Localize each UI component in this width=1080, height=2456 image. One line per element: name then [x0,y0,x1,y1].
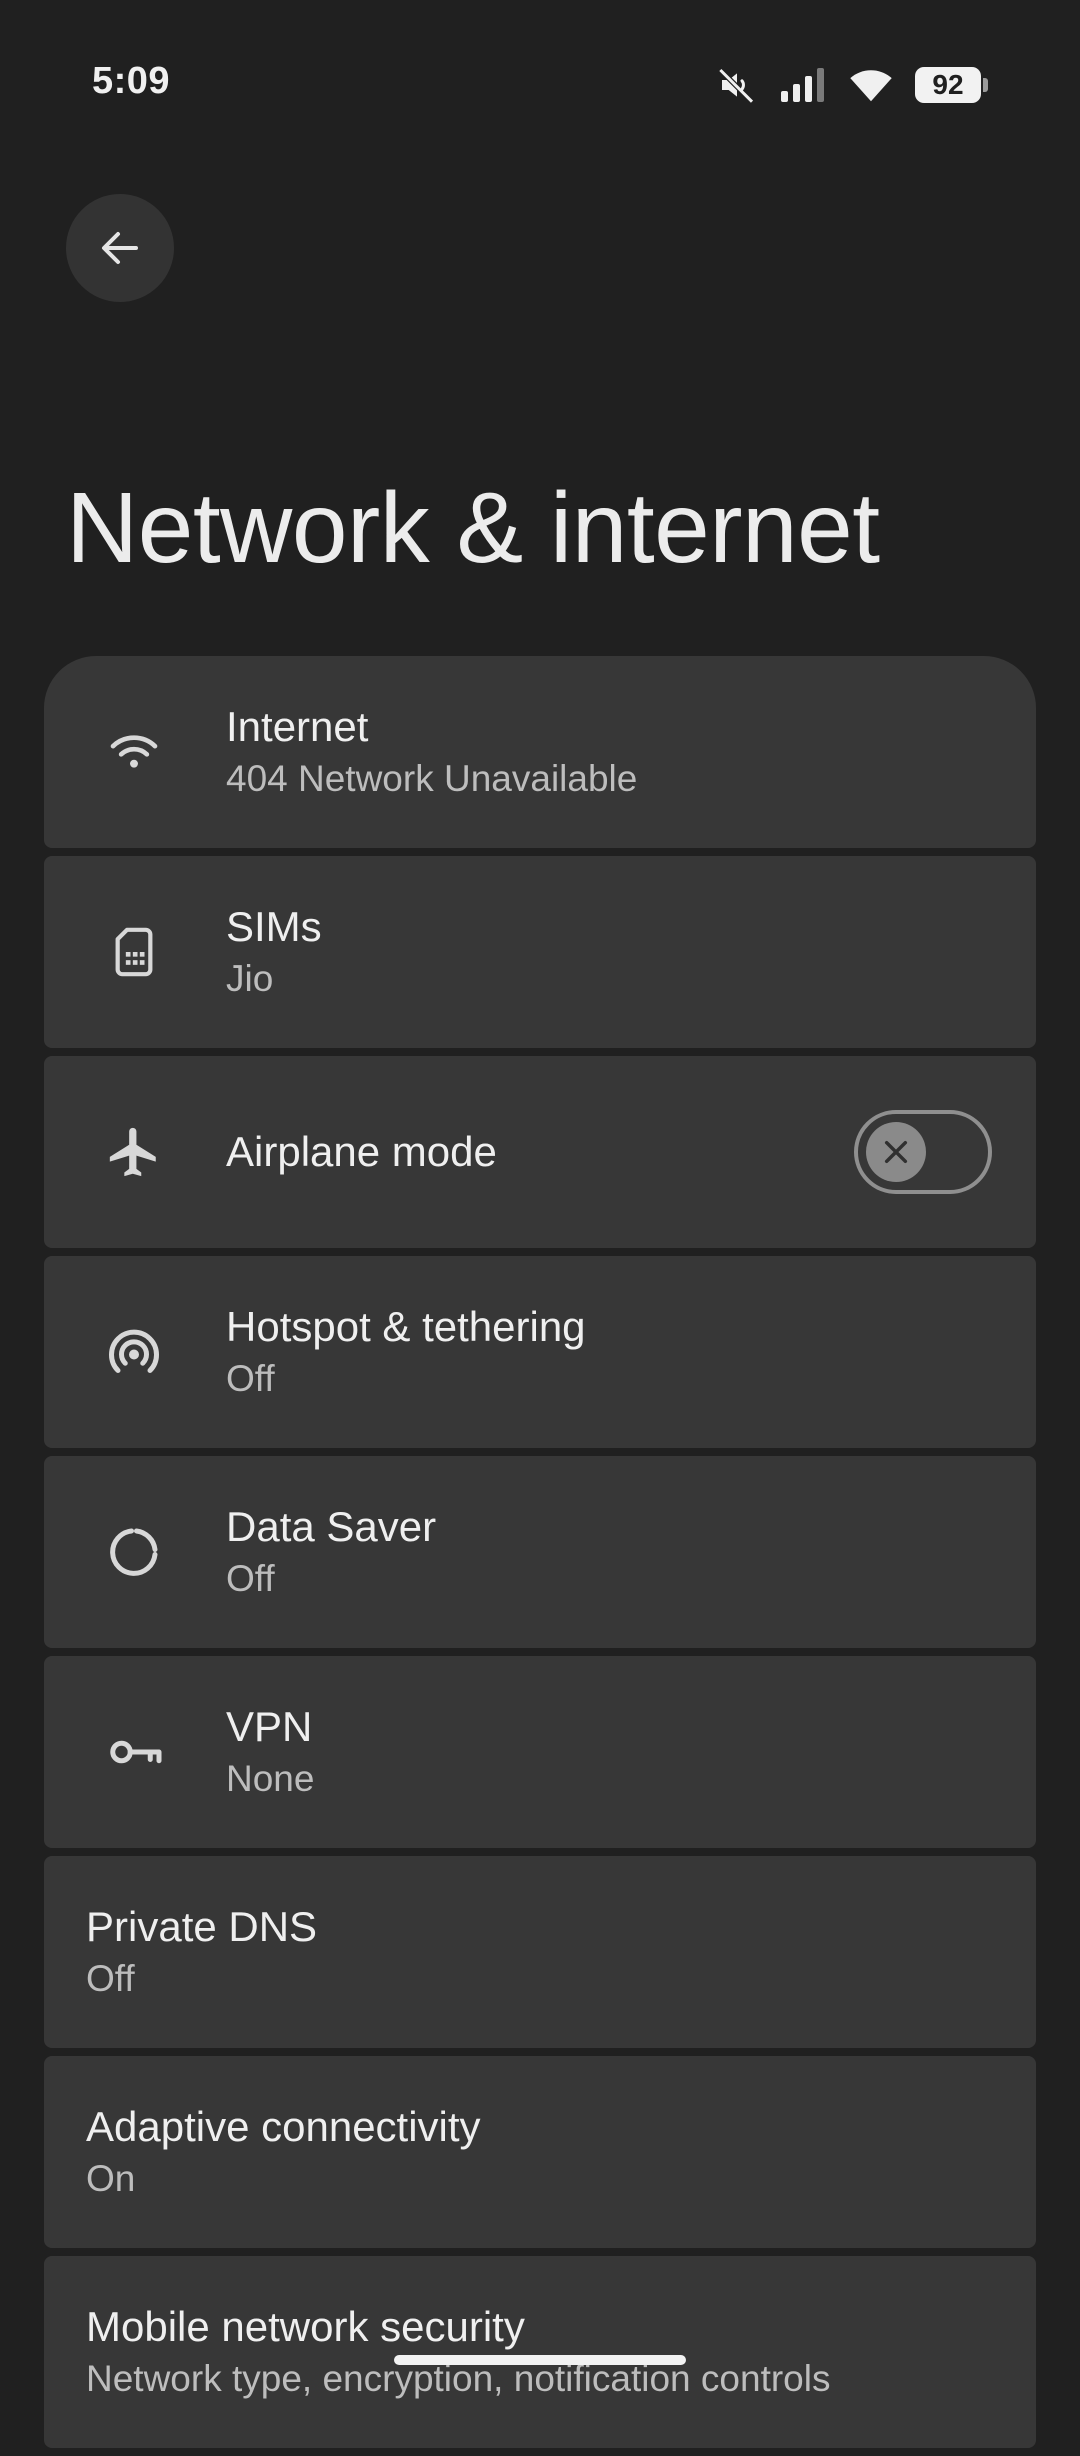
airplane-mode-toggle[interactable] [854,1110,992,1194]
battery-level: 92 [915,67,981,103]
setting-subtitle: On [86,2158,136,2199]
setting-subtitle: Off [226,1558,275,1599]
wifi-icon [104,722,164,782]
setting-data-saver[interactable]: Data Saver Off [44,1456,1036,1648]
setting-title: Private DNS [86,1903,318,1950]
status-icons: 92 [717,62,988,108]
setting-subtitle: None [226,1758,315,1799]
setting-mobile-network-security[interactable]: Mobile network security Network type, en… [44,2256,1036,2448]
setting-title: Mobile network security [86,2303,525,2350]
setting-title: Data Saver [226,1503,437,1550]
arrow-back-icon [102,232,138,264]
back-button[interactable] [66,194,174,302]
setting-title: SIMs [226,903,322,950]
setting-hotspot-tethering[interactable]: Hotspot & tethering Off [44,1256,1036,1448]
setting-title: Internet [226,703,369,750]
close-icon [884,1140,908,1164]
data-saver-icon [104,1522,164,1582]
setting-title: VPN [226,1703,313,1750]
status-time: 5:09 [92,60,171,102]
sim-card-icon [104,922,164,982]
setting-private-dns[interactable]: Private DNS Off [44,1856,1036,2048]
battery-icon: 92 [915,67,988,103]
setting-internet[interactable]: Internet 404 Network Unavailable [44,656,1036,848]
status-bar: 5:09 92 [0,0,1080,170]
settings-list: Internet 404 Network Unavailable SIMs Ji… [44,656,1036,2456]
setting-adaptive-connectivity[interactable]: Adaptive connectivity On [44,2056,1036,2248]
gesture-nav-handle[interactable] [394,2355,686,2365]
toggle-knob [866,1122,926,1182]
setting-subtitle: Off [226,1358,275,1399]
setting-sims[interactable]: SIMs Jio [44,856,1036,1048]
airplane-icon [104,1122,164,1182]
setting-subtitle: 404 Network Unavailable [226,758,638,799]
setting-subtitle: Jio [226,958,274,999]
vpn-key-icon [104,1722,164,1782]
setting-title: Hotspot & tethering [226,1303,586,1350]
page-title: Network & internet [66,472,880,584]
hotspot-icon [104,1322,164,1382]
setting-title: Adaptive connectivity [86,2103,481,2150]
setting-airplane-mode[interactable]: Airplane mode [44,1056,1036,1248]
setting-vpn[interactable]: VPN None [44,1656,1036,1848]
mute-icon [717,65,757,105]
wifi-icon [849,67,893,103]
setting-subtitle: Off [86,1958,135,1999]
signal-icon [779,67,827,103]
